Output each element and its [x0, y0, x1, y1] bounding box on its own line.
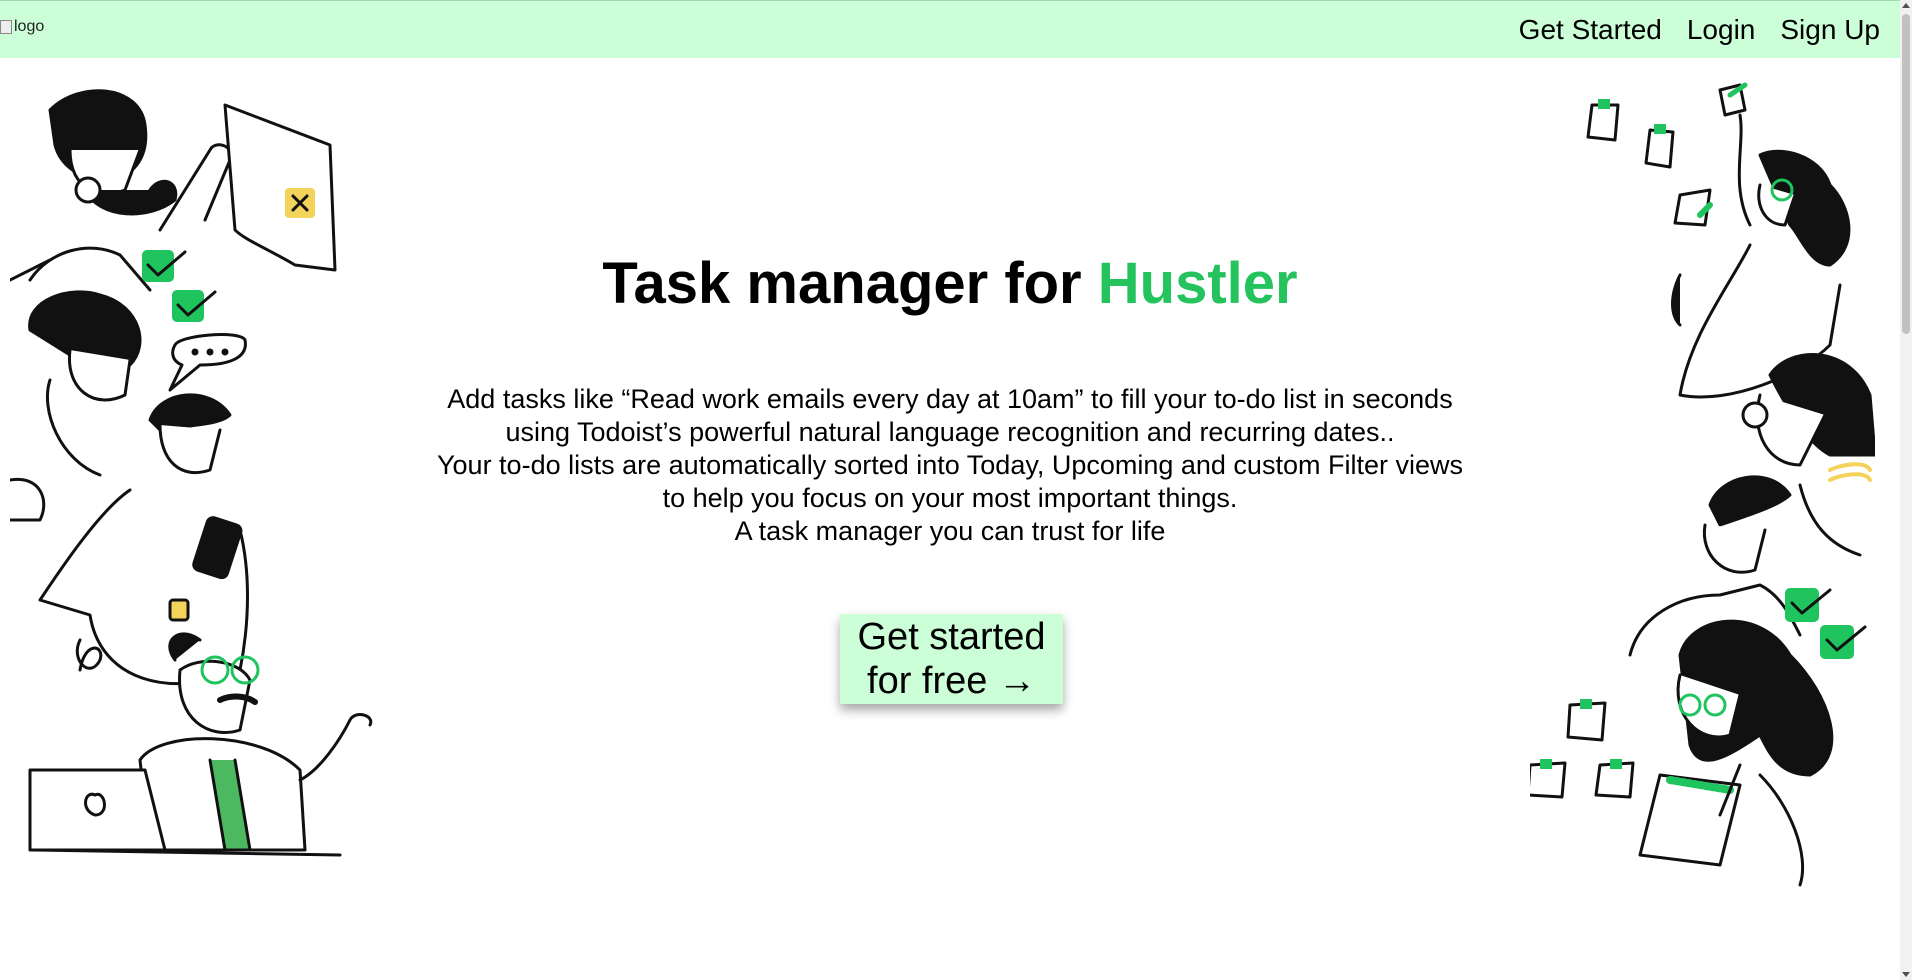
hero-description-line: Your to-do lists are automatically sorte… [437, 450, 1463, 480]
cta-label-line2: for free → [867, 660, 1036, 702]
logo-alt-text: logo [14, 18, 45, 35]
navbar: logo Get Started Login Sign Up [0, 0, 1900, 58]
hero-title: Task manager for Hustler [0, 250, 1900, 317]
logo[interactable]: logo [0, 18, 44, 36]
hero-description-line: A task manager you can trust for life [734, 516, 1166, 546]
hero-illustration-left [10, 89, 373, 857]
nav-links: Get Started Login Sign Up [1519, 14, 1880, 46]
hero-title-main: Task manager for [602, 251, 1098, 316]
scroll-thumb[interactable] [1902, 14, 1910, 334]
nav-get-started-link[interactable]: Get Started [1519, 14, 1662, 46]
nav-sign-up-link[interactable]: Sign Up [1780, 14, 1880, 46]
hero-description-line: to help you focus on your most important… [662, 483, 1238, 513]
nav-login-link[interactable]: Login [1687, 14, 1756, 46]
hero-description-line: Add tasks like “Read work emails every d… [447, 384, 1453, 414]
get-started-free-button[interactable]: Get started for free → [840, 614, 1063, 704]
hero-description-line: using Todoist’s powerful natural languag… [505, 417, 1395, 447]
scroll-up-icon[interactable] [1902, 3, 1910, 8]
hero-illustration-right [1530, 82, 1875, 887]
cta-label-line1: Get started [857, 616, 1046, 658]
hero-title-accent: Hustler [1097, 251, 1298, 316]
hero-description: Add tasks like “Read work emails every d… [390, 383, 1510, 548]
scroll-down-icon[interactable] [1902, 972, 1910, 977]
page-scrollbar[interactable] [1900, 0, 1912, 980]
broken-image-icon [0, 20, 12, 34]
